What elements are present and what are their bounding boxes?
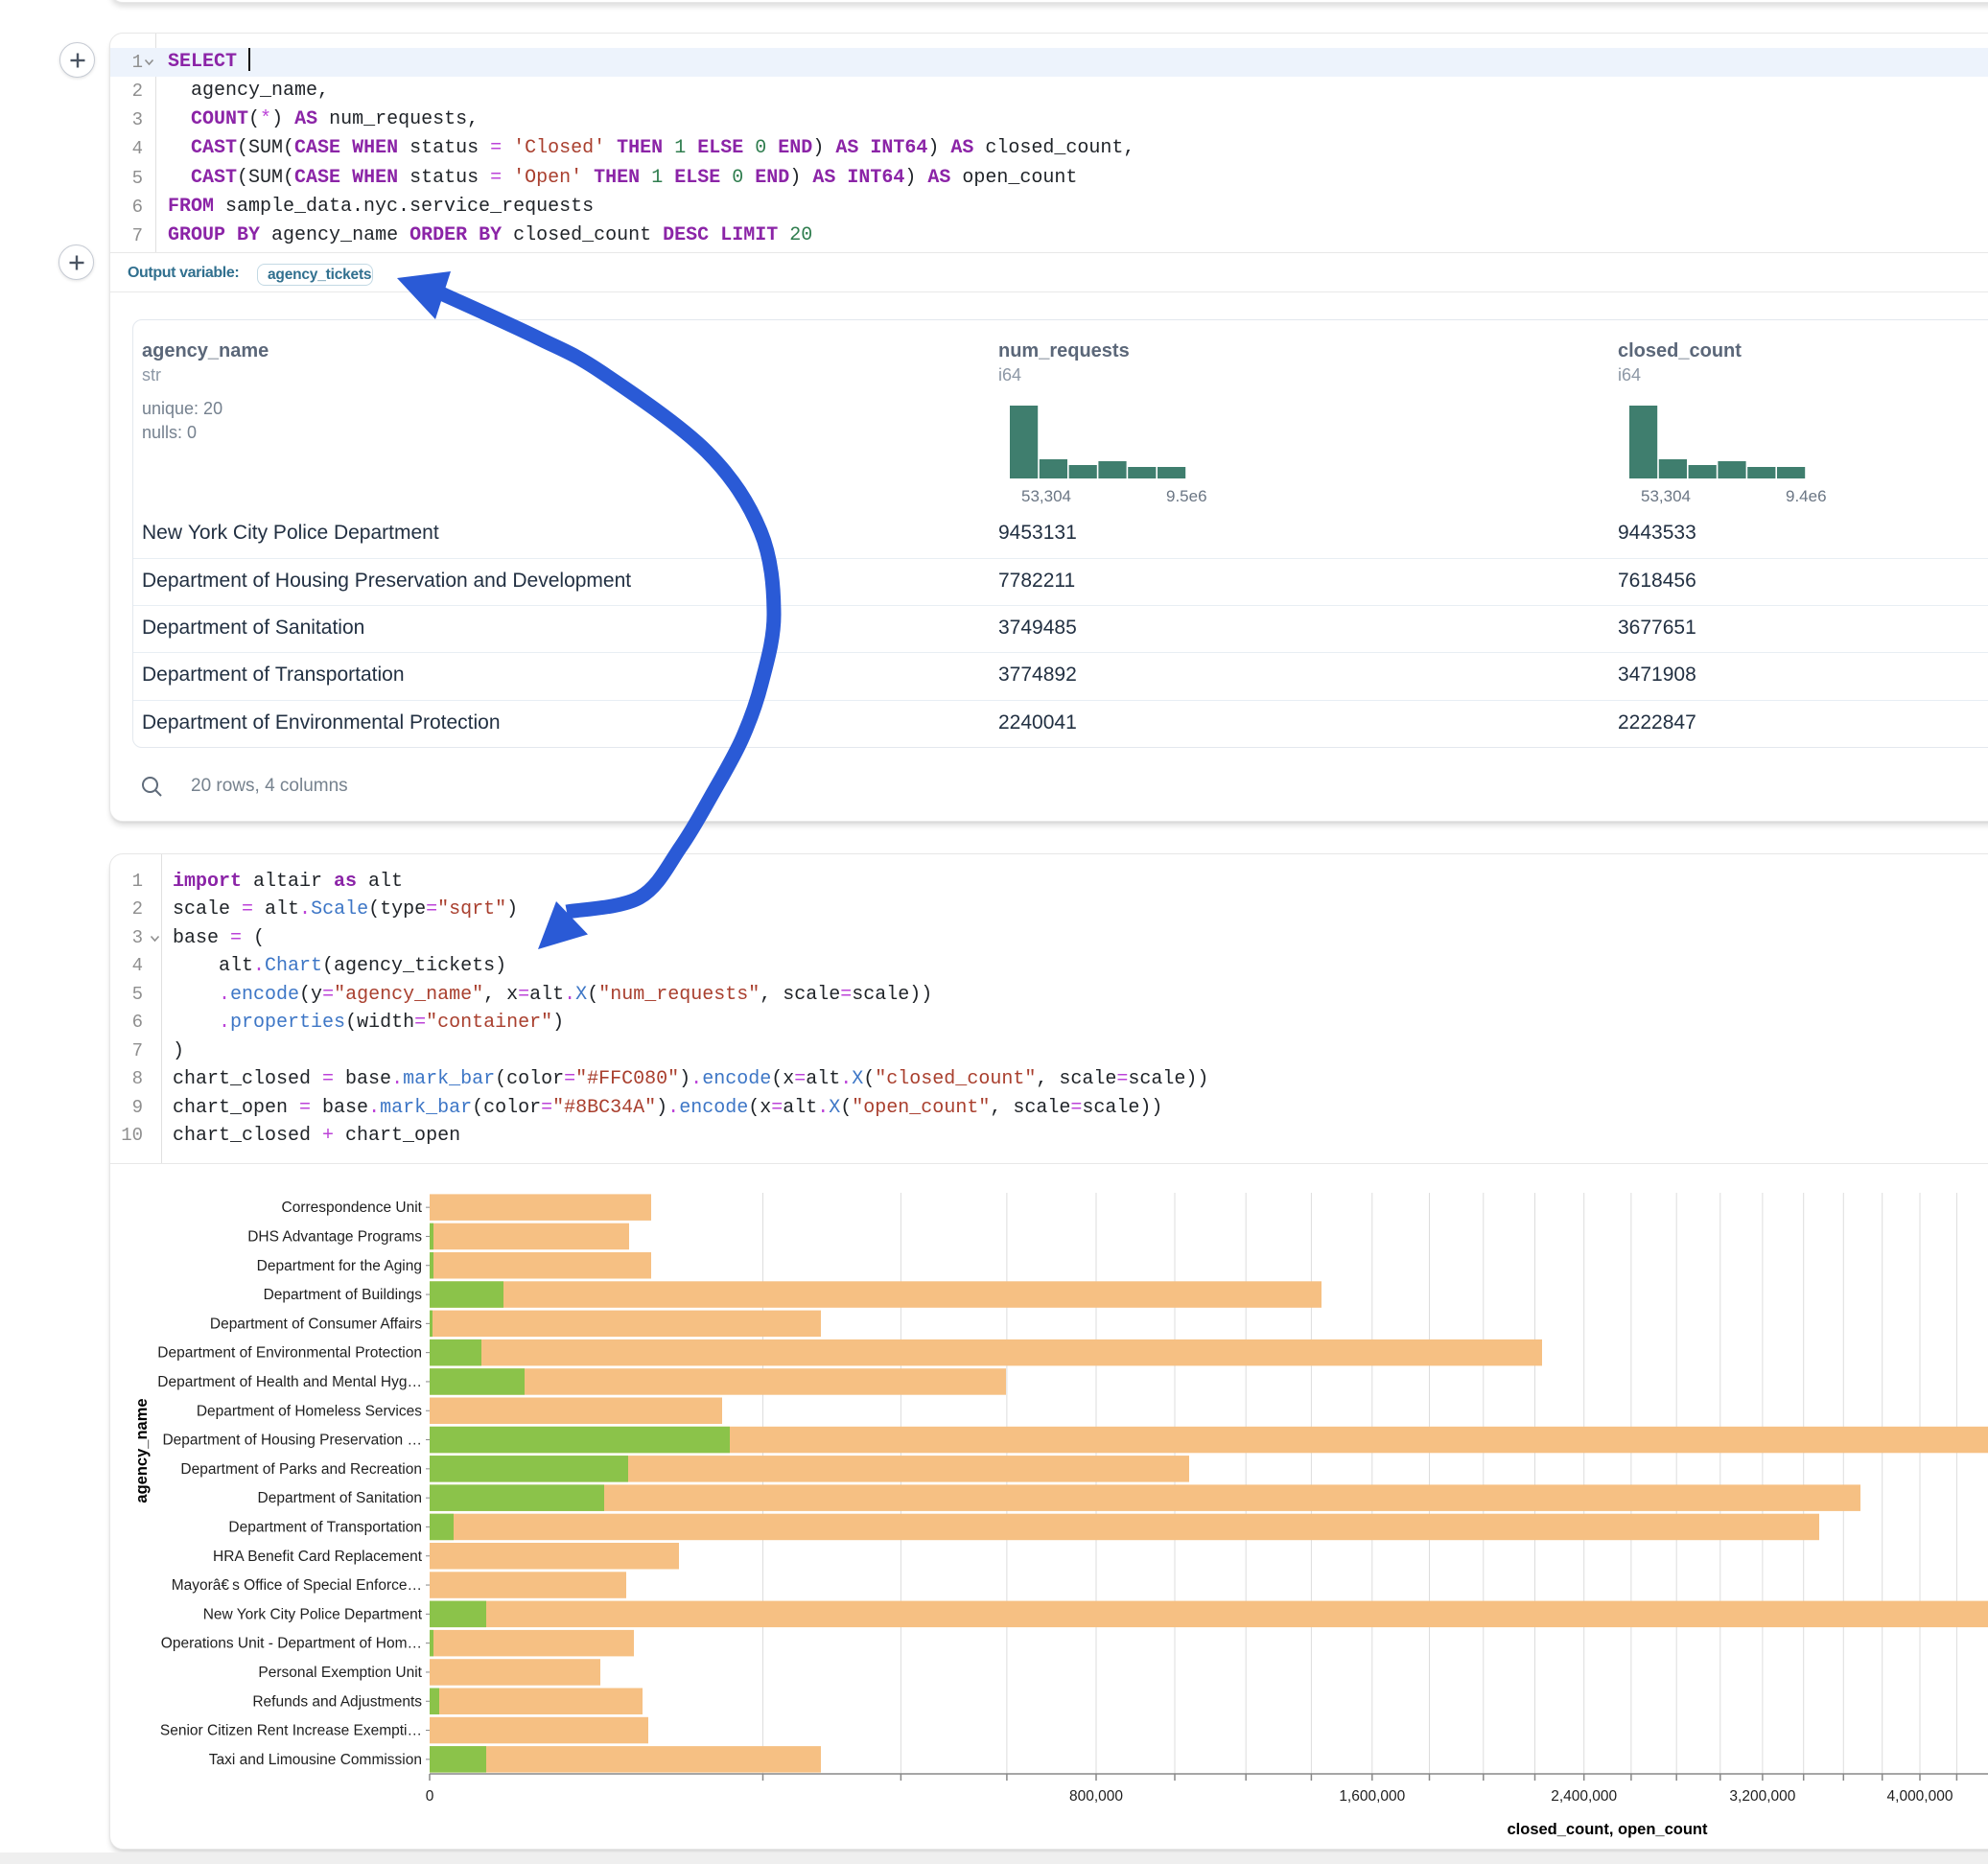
- svg-text:4,000,000: 4,000,000: [1887, 1788, 1953, 1805]
- svg-text:Department of Consumer Affairs: Department of Consumer Affairs: [210, 1316, 422, 1332]
- svg-text:Department of Sanitation: Department of Sanitation: [258, 1490, 422, 1506]
- svg-text:Department of Buildings: Department of Buildings: [264, 1287, 423, 1303]
- svg-text:0: 0: [426, 1788, 434, 1805]
- svg-text:HRA Benefit Card Replacement: HRA Benefit Card Replacement: [213, 1549, 423, 1565]
- svg-text:Department of Parks and Recrea: Department of Parks and Recreation: [180, 1461, 422, 1478]
- svg-text:Department of Transportation: Department of Transportation: [228, 1519, 422, 1535]
- svg-text:Department of Health and Menta: Department of Health and Mental Hyg…: [157, 1374, 422, 1390]
- svg-text:New York City Police Departmen: New York City Police Department: [203, 1606, 423, 1622]
- svg-text:Taxi and Limousine Commission: Taxi and Limousine Commission: [209, 1752, 422, 1768]
- svg-text:1,600,000: 1,600,000: [1339, 1788, 1405, 1805]
- svg-text:2,400,000: 2,400,000: [1551, 1788, 1617, 1805]
- svg-text:Department of Housing Preserva: Department of Housing Preservation …: [162, 1433, 422, 1449]
- svg-text:Correspondence Unit: Correspondence Unit: [282, 1200, 423, 1216]
- svg-text:3,200,000: 3,200,000: [1729, 1788, 1795, 1805]
- svg-text:Department for the Aging: Department for the Aging: [257, 1258, 422, 1274]
- svg-text:Department of Homeless Service: Department of Homeless Services: [197, 1403, 422, 1419]
- svg-text:Refunds and Adjustments: Refunds and Adjustments: [252, 1693, 422, 1710]
- svg-text:closed_count, open_count: closed_count, open_count: [1507, 1821, 1708, 1838]
- svg-text:Senior Citizen Rent Increase E: Senior Citizen Rent Increase Exempti…: [160, 1723, 422, 1739]
- svg-text:DHS Advantage Programs: DHS Advantage Programs: [247, 1228, 422, 1245]
- svg-text:Operations Unit - Department o: Operations Unit - Department of Hom…: [161, 1636, 422, 1652]
- svg-text:agency_name: agency_name: [133, 1398, 151, 1503]
- svg-text:Mayorâ€ s Office of Special En: Mayorâ€ s Office of Special Enforce…: [172, 1577, 422, 1594]
- svg-text:Personal Exemption Unit: Personal Exemption Unit: [258, 1665, 422, 1681]
- svg-text:Department of Environmental Pr: Department of Environmental Protection: [157, 1345, 422, 1362]
- svg-text:800,000: 800,000: [1069, 1788, 1123, 1805]
